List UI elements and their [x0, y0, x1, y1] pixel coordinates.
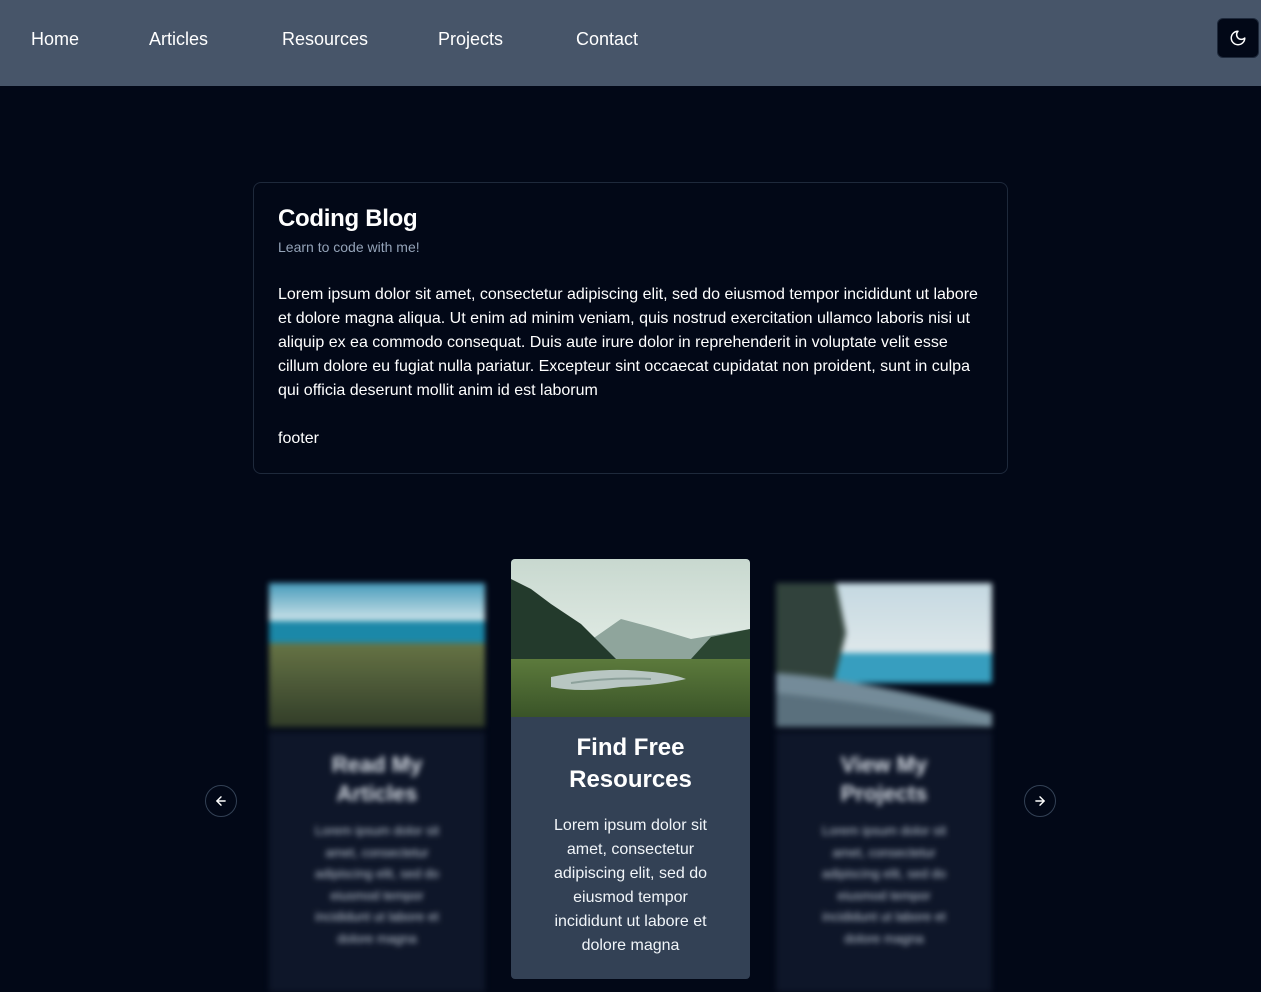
nav-link-articles[interactable]: Articles	[149, 28, 208, 50]
lake-grass-image	[269, 583, 485, 727]
card-title: View My Projects	[840, 752, 928, 806]
card-text: Lorem ipsum dolor sit amet, consectetur …	[314, 823, 440, 946]
card-title: Find Free Resources	[569, 734, 692, 793]
nav-link-home[interactable]: Home	[31, 28, 79, 50]
blog-title: Coding Blog	[278, 205, 418, 232]
blog-subtitle: Learn to code with me!	[278, 239, 420, 255]
carousel-card-projects[interactable]: View My Projects Lorem ipsum dolor sit a…	[776, 583, 992, 992]
forest-valley-river-image	[511, 559, 750, 717]
carousel-prev-button[interactable]	[205, 785, 237, 817]
card-text: Lorem ipsum dolor sit amet, consectetur …	[554, 817, 707, 954]
arrow-left-icon	[216, 796, 226, 806]
nav-link-contact[interactable]: Contact	[576, 28, 638, 50]
carousel-card-articles[interactable]: Read My Articles Lorem ipsum dolor sit a…	[269, 583, 485, 992]
theme-toggle-button[interactable]	[1217, 18, 1259, 58]
nav-link-projects[interactable]: Projects	[438, 28, 503, 50]
carousel-next-button[interactable]	[1024, 785, 1056, 817]
blog-body: Lorem ipsum dolor sit amet, consectetur …	[278, 286, 978, 399]
nav-link-resources[interactable]: Resources	[282, 28, 368, 50]
carousel-card-resources[interactable]: Find Free Resources Lorem ipsum dolor si…	[511, 559, 750, 979]
card-body: View My Projects Lorem ipsum dolor sit a…	[776, 732, 992, 992]
moon-icon	[1230, 30, 1246, 46]
card-text: Lorem ipsum dolor sit amet, consectetur …	[821, 823, 947, 946]
card-title: Read My Articles	[331, 752, 423, 806]
arrow-right-icon	[1035, 796, 1045, 806]
card-body: Read My Articles Lorem ipsum dolor sit a…	[269, 732, 485, 992]
blog-footer: footer	[278, 430, 319, 447]
blog-card: Coding Blog Learn to code with me! Lorem…	[253, 182, 1008, 474]
top-navbar: Home Articles Resources Projects Contact	[0, 0, 1261, 86]
coastline-image	[776, 583, 992, 727]
